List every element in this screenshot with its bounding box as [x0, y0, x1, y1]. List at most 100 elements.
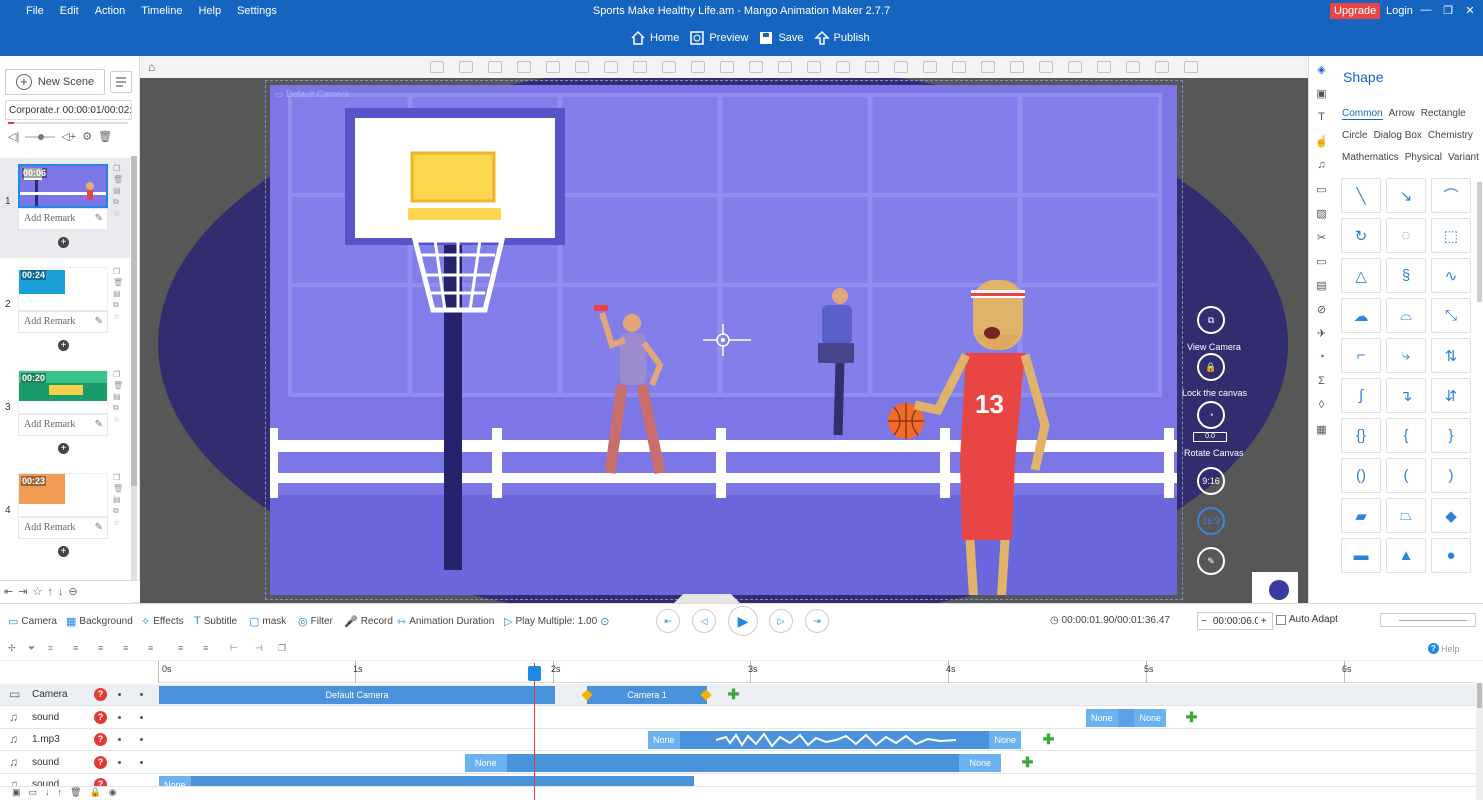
playhead-handle[interactable] [528, 666, 541, 681]
double-arrow-shape[interactable]: ⤡ [1431, 298, 1471, 333]
add-remark-field[interactable]: Add Remark ✎ [18, 517, 108, 539]
next-scene-button[interactable]: ⇥ [805, 609, 829, 633]
music-icon[interactable]: ♫ [1315, 159, 1329, 176]
paste-icon[interactable]: ▤ [113, 392, 123, 401]
replace-icon[interactable] [604, 61, 618, 73]
left-paren-shape[interactable]: ( [1386, 458, 1426, 493]
tab-physical[interactable]: Physical [1405, 152, 1442, 163]
folder-icon[interactable]: ▭ [1315, 255, 1329, 272]
tab-variant[interactable]: Variant [1448, 152, 1479, 163]
same-width-icon[interactable] [923, 61, 937, 73]
template-icon[interactable]: ▦ [1315, 423, 1329, 440]
auto-adapt-checkbox[interactable] [1276, 614, 1286, 625]
squiggle-shape[interactable]: § [1386, 258, 1426, 293]
volume-icon[interactable]: ◁| [8, 130, 19, 143]
track-camera[interactable]: ▭ Camera ? Default Camera Camera 1 ✚ [0, 684, 1483, 706]
triangle-shape[interactable]: ▲ [1386, 538, 1426, 573]
visibility-dot[interactable] [118, 738, 121, 741]
background-audio-row[interactable]: Corporate.r 00:00:01/00:02:41 [5, 100, 132, 120]
arc-shape[interactable]: ⌒ [1431, 178, 1471, 213]
help-icon[interactable]: ? [94, 733, 107, 746]
align-right-icon[interactable] [749, 61, 763, 73]
record-button[interactable]: 🎤 Record [344, 615, 393, 628]
clip[interactable]: None None [1086, 709, 1166, 727]
tab-common[interactable]: Common [1342, 108, 1383, 120]
play-multiple-button[interactable]: ▷ Play Multiple: 1.00 ⊙ [504, 615, 609, 628]
select-icon[interactable]: ⌗ [48, 643, 59, 654]
volume-up-icon[interactable]: ◁+ [61, 130, 76, 143]
help-icon[interactable]: ? [94, 688, 107, 701]
distribute-h-icon[interactable] [865, 61, 879, 73]
timeline-scrollbar[interactable] [1476, 683, 1483, 800]
wave-shape[interactable]: ∿ [1431, 258, 1471, 293]
clip[interactable]: None [159, 776, 694, 786]
left-brace-shape[interactable]: { [1386, 418, 1426, 453]
plane-icon[interactable]: ✈ [1315, 327, 1329, 344]
align-bottom-icon[interactable] [836, 61, 850, 73]
curve-arrow-shape[interactable]: ↻ [1341, 218, 1381, 253]
align-top-icon[interactable] [778, 61, 792, 73]
home-icon[interactable]: ⌂ [148, 60, 155, 74]
paste-icon[interactable] [1097, 61, 1111, 73]
copy-icon[interactable]: ❐ [278, 643, 289, 654]
visibility-dot[interactable] [118, 716, 121, 719]
scene-item-1[interactable]: 1 00:06 Add Remark ✎ ❐ 🗑 ▤ ⧉ ☆ + [0, 158, 130, 258]
flip-icon[interactable] [546, 61, 560, 73]
add-remark-field[interactable]: Add Remark ✎ [18, 208, 108, 230]
volume-slider[interactable] [25, 133, 56, 141]
gear-icon[interactable]: ⚙ [82, 130, 92, 143]
clip[interactable]: Camera 1 [587, 686, 707, 704]
add-icon[interactable]: ✚ [1185, 710, 1198, 724]
align-icon-4[interactable]: ≡ [148, 643, 159, 654]
merge-icon[interactable]: ⊣ [255, 643, 266, 654]
close-icon[interactable]: ✕ [1462, 4, 1478, 17]
crop-icon[interactable] [662, 61, 676, 73]
blob-shape[interactable]: ☁ [1341, 298, 1381, 333]
play-button[interactable]: ▶ [728, 606, 758, 636]
rotate-value[interactable]: 0.0 [1193, 432, 1227, 442]
drop-icon[interactable]: ◊ [1315, 399, 1329, 416]
delete-icon[interactable]: 🗑 [113, 175, 123, 184]
send-backward-icon[interactable] [517, 61, 531, 73]
filter-button[interactable]: ◎ Filter [298, 615, 333, 628]
lock-canvas-button[interactable]: 🔒 [1197, 353, 1225, 381]
elbow-arrow-shape[interactable]: ⤷ [1386, 338, 1426, 373]
audio-progress[interactable] [8, 122, 128, 124]
elbow-connector-shape[interactable]: ⌐ [1341, 338, 1381, 373]
character-icon[interactable]: ☝ [1315, 135, 1329, 152]
minus-icon[interactable]: − [1198, 616, 1210, 627]
lock-dot[interactable] [140, 738, 143, 741]
add-keyframe-icon[interactable]: ✢ [8, 643, 19, 654]
minimize-icon[interactable]: — [1418, 4, 1434, 17]
login-link[interactable]: Login [1386, 5, 1413, 17]
diamond-shape[interactable]: ◆ [1431, 498, 1471, 533]
redo-icon[interactable] [1155, 61, 1169, 73]
delete-icon[interactable]: 🗑 [113, 381, 123, 390]
animation-duration-button[interactable]: ⇿ Animation Duration [397, 615, 494, 628]
move-down-icon[interactable]: ↓ [58, 586, 64, 598]
track-1mp3[interactable]: ♫ 1.mp3 ? None None ✚ [0, 729, 1483, 751]
bring-forward-icon[interactable] [488, 61, 502, 73]
shape-scrollbar[interactable] [1477, 182, 1482, 302]
tab-chemistry[interactable]: Chemistry [1428, 130, 1473, 141]
align-center-icon[interactable] [720, 61, 734, 73]
tab-dialog-box[interactable]: Dialog Box [1374, 130, 1422, 141]
formula-icon[interactable]: Σ [1315, 375, 1329, 392]
star-icon[interactable]: ☆ [113, 415, 123, 424]
bubble-icon[interactable]: ▭ [1315, 183, 1329, 200]
group-icon[interactable] [430, 61, 444, 73]
paste-icon[interactable]: ▤ [113, 495, 123, 504]
background-icon[interactable]: ▨ [1315, 207, 1329, 224]
align-icon-2[interactable]: ≡ [98, 643, 109, 654]
move-up-icon[interactable]: ↑ [47, 586, 53, 598]
previous-scene-button[interactable]: ⇤ [656, 609, 680, 633]
tab-mathematics[interactable]: Mathematics [1342, 152, 1399, 163]
ratio-9-16-button[interactable]: 9:16 [1197, 467, 1225, 495]
trapezoid-shape[interactable]: ⏢ [1386, 498, 1426, 533]
copy-icon[interactable]: ❐ [113, 370, 123, 379]
scene-thumbnail[interactable]: 00:06 [18, 164, 108, 208]
tab-arrow[interactable]: Arrow [1389, 108, 1415, 119]
subtitle-button[interactable]: T Subtitle [194, 615, 237, 627]
brush-button[interactable]: ✎ [1197, 547, 1225, 575]
right-brace-shape[interactable]: } [1431, 418, 1471, 453]
